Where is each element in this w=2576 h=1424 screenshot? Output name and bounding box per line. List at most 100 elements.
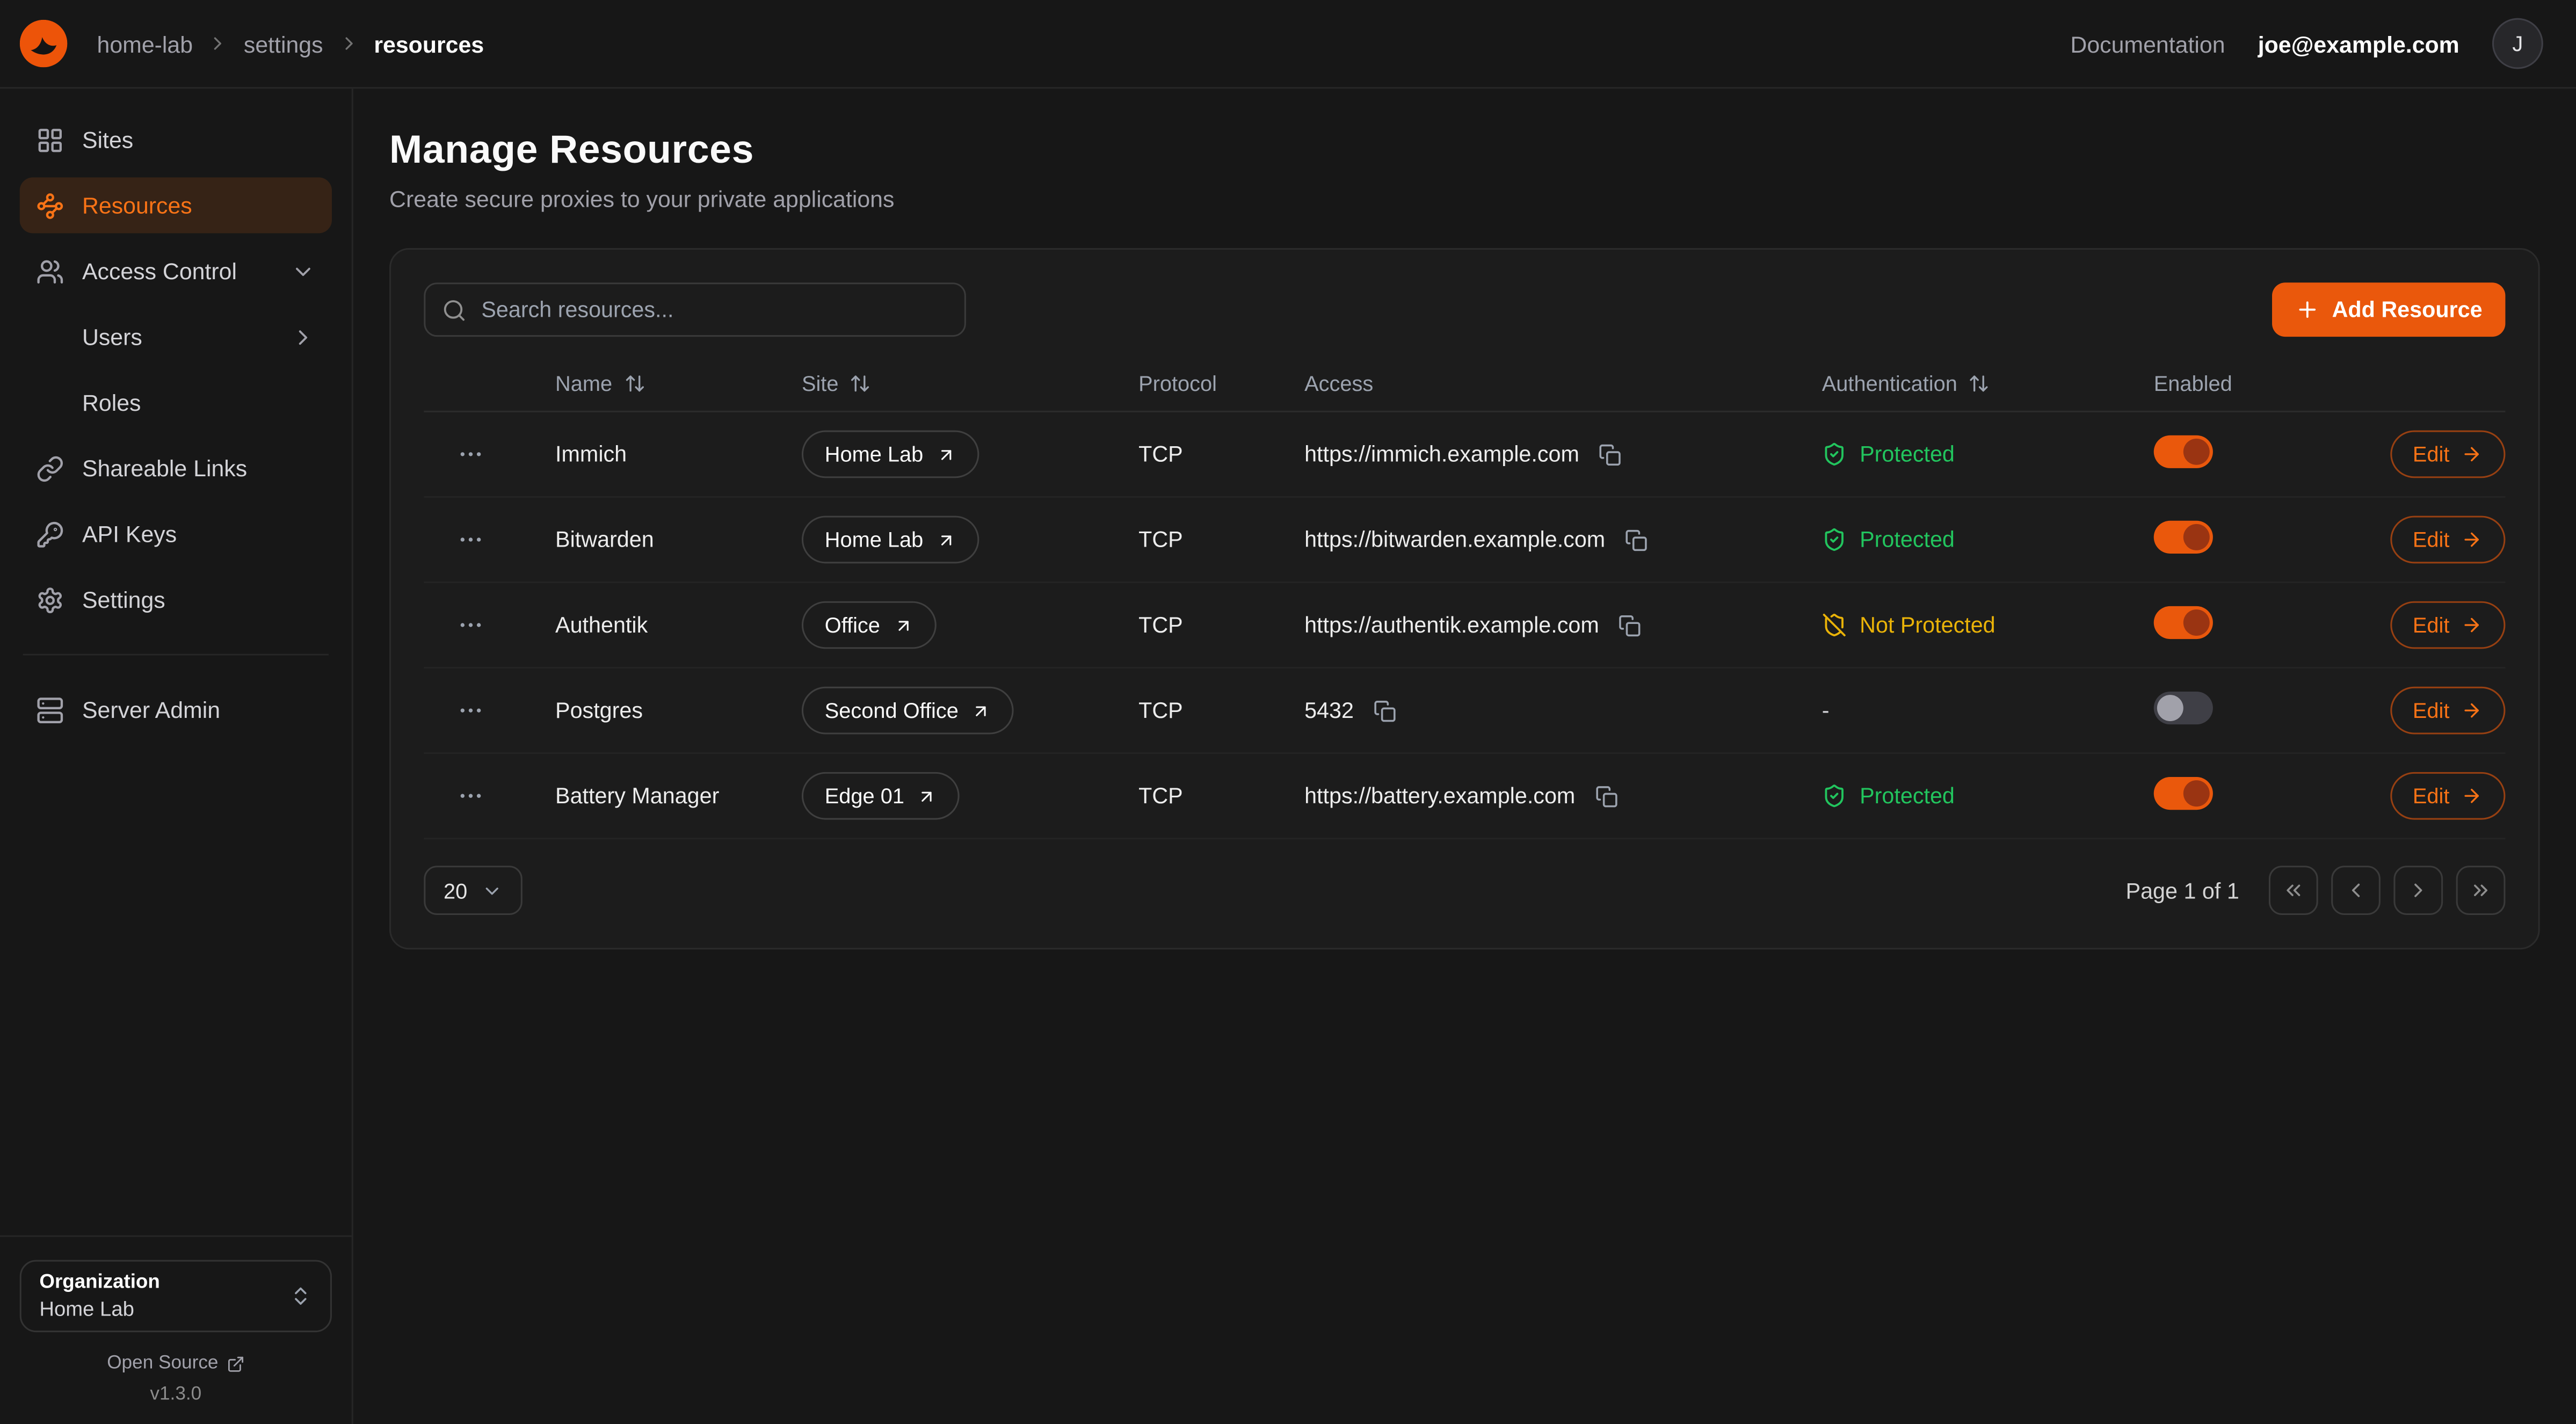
enabled-toggle[interactable] (2154, 777, 2213, 810)
row-actions-button[interactable] (450, 605, 489, 644)
page-title: Manage Resources (389, 128, 2540, 175)
more-horizontal-icon (456, 782, 484, 810)
sort-icon (850, 373, 872, 394)
copy-button[interactable] (1622, 525, 1651, 554)
sidebar-item-settings[interactable]: Settings (20, 572, 332, 628)
sidebar-item-label: Sites (82, 127, 133, 153)
chevron-right-icon (2407, 879, 2430, 902)
topbar: home-lab settings resources Documentatio… (0, 0, 2576, 89)
documentation-link[interactable]: Documentation (2070, 31, 2225, 57)
resource-rows: Immich Home Lab TCP https://immich.examp… (424, 412, 2505, 839)
server-icon (36, 696, 64, 724)
site-pill-label: Office (825, 613, 880, 637)
edit-button-label: Edit (2413, 698, 2450, 723)
app-logo[interactable] (20, 20, 68, 68)
site-link[interactable]: Office (802, 601, 936, 649)
edit-button-label: Edit (2413, 442, 2450, 467)
access-value[interactable]: https://immich.example.com (1304, 442, 1579, 467)
arrow-right-icon (2461, 614, 2483, 636)
site-link[interactable]: Second Office (802, 687, 1014, 735)
enabled-toggle[interactable] (2154, 606, 2213, 639)
site-link[interactable]: Home Lab (802, 431, 979, 478)
edit-button[interactable]: Edit (2390, 431, 2505, 478)
chevrons-left-icon (2282, 879, 2305, 902)
sidebar-item-roles[interactable]: Roles (20, 375, 332, 431)
enabled-toggle[interactable] (2154, 521, 2213, 554)
link-icon (36, 454, 64, 482)
protocol-value: TCP (1138, 442, 1304, 467)
sidebar-item-resources[interactable]: Resources (20, 177, 332, 233)
arrow-up-right-icon (917, 786, 937, 806)
waypoints-icon (36, 191, 64, 219)
add-resource-label: Add Resource (2332, 297, 2483, 322)
resources-table: Name Site Protocol Access (424, 357, 2505, 839)
organization-selector[interactable]: Organization Home Lab (20, 1260, 332, 1332)
header-protocol: Protocol (1138, 371, 1304, 396)
copy-button[interactable] (1592, 781, 1621, 811)
sidebar-item-users[interactable]: Users (20, 309, 332, 365)
page-subtitle: Create secure proxies to your private ap… (389, 186, 2540, 212)
header-authentication[interactable]: Authentication (1822, 371, 2154, 396)
site-link[interactable]: Home Lab (802, 516, 979, 564)
open-source-label: Open Source (107, 1354, 218, 1374)
search-input[interactable] (424, 282, 966, 337)
auth-label: Protected (1860, 783, 1955, 808)
arrow-right-icon (2461, 444, 2483, 465)
sidebar-item-label: API Keys (82, 521, 177, 547)
arrow-up-right-icon (971, 701, 991, 721)
search-icon (442, 297, 467, 322)
sidebar-item-label: Users (82, 324, 142, 350)
copy-button[interactable] (1596, 439, 1626, 469)
chevron-right-icon (291, 324, 315, 349)
sidebar-item-access-control[interactable]: Access Control (20, 243, 332, 299)
edit-button[interactable]: Edit (2390, 601, 2505, 649)
row-actions-button[interactable] (450, 776, 489, 816)
add-resource-button[interactable]: Add Resource (2273, 282, 2505, 337)
row-actions-button[interactable] (450, 520, 489, 559)
copy-button[interactable] (1370, 696, 1400, 725)
protocol-value: TCP (1138, 783, 1304, 808)
enabled-toggle[interactable] (2154, 692, 2213, 724)
header-site[interactable]: Site (802, 371, 1138, 396)
sidebar-item-shareable-links[interactable]: Shareable Links (20, 440, 332, 496)
arrow-right-icon (2461, 700, 2483, 721)
first-page-button[interactable] (2269, 866, 2318, 915)
page-size-select[interactable]: 20 (424, 866, 523, 915)
enabled-toggle[interactable] (2154, 435, 2213, 468)
sidebar-item-server-admin[interactable]: Server Admin (20, 682, 332, 738)
chevron-right-icon (208, 33, 229, 54)
more-horizontal-icon (456, 611, 484, 639)
site-link[interactable]: Edge 01 (802, 772, 960, 820)
copy-button[interactable] (1615, 611, 1645, 640)
user-email[interactable]: joe@example.com (2258, 31, 2459, 57)
next-page-button[interactable] (2393, 866, 2443, 915)
resources-card: Add Resource Name Site (389, 248, 2540, 949)
access-value[interactable]: https://authentik.example.com (1304, 613, 1599, 637)
last-page-button[interactable] (2456, 866, 2506, 915)
access-value[interactable]: https://bitwarden.example.com (1304, 527, 1605, 552)
shield-check-icon (1822, 442, 1847, 467)
breadcrumb-settings[interactable]: settings (244, 31, 323, 57)
row-actions-button[interactable] (450, 434, 489, 474)
edit-button-label: Edit (2413, 783, 2450, 808)
avatar[interactable]: J (2492, 18, 2543, 69)
prev-page-button[interactable] (2331, 866, 2381, 915)
breadcrumb-org[interactable]: home-lab (97, 31, 193, 57)
access-value[interactable]: 5432 (1304, 698, 1354, 723)
sidebar-item-sites[interactable]: Sites (20, 112, 332, 168)
row-actions-button[interactable] (450, 691, 489, 730)
edit-button[interactable]: Edit (2390, 772, 2505, 820)
resource-name: Postgres (555, 698, 802, 723)
edit-button[interactable]: Edit (2390, 516, 2505, 564)
protocol-value: TCP (1138, 698, 1304, 723)
protocol-value: TCP (1138, 613, 1304, 637)
header-name[interactable]: Name (555, 371, 802, 396)
external-link-icon (227, 1354, 245, 1372)
access-value[interactable]: https://battery.example.com (1304, 783, 1575, 808)
main-content: Manage Resources Create secure proxies t… (353, 89, 2576, 1424)
edit-button[interactable]: Edit (2390, 687, 2505, 735)
chevrons-up-down-icon (289, 1285, 312, 1308)
sidebar-item-api-keys[interactable]: API Keys (20, 506, 332, 562)
open-source-link[interactable]: Open Source (20, 1354, 332, 1374)
page-info: Page 1 of 1 (2126, 878, 2239, 903)
